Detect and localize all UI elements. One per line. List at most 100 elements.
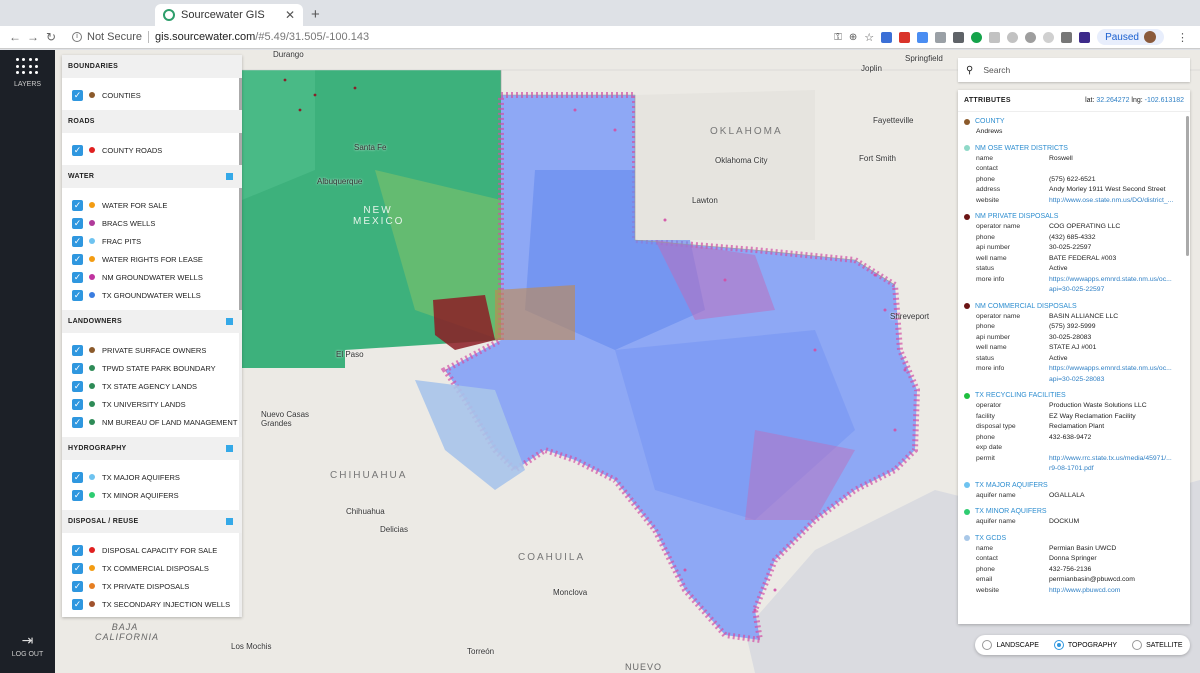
browser-menu-icon[interactable]: ⋮: [1177, 31, 1188, 44]
section-header-landowners[interactable]: LANDOWNERS: [62, 310, 242, 333]
attr-link[interactable]: https://wwwapps.emnrd.state.nm.us/oc...: [1049, 275, 1184, 286]
layer-item-disposal-capacity-for-sale[interactable]: ✓ DISPOSAL CAPACITY FOR SALE: [62, 541, 242, 559]
attr-link[interactable]: http://www.rrc.state.tx.us/media/45971/.…: [1049, 454, 1184, 465]
section-header-disposal-reuse[interactable]: DISPOSAL / REUSE: [62, 510, 242, 533]
search-input[interactable]: Search: [983, 65, 1010, 75]
basemap-option-landscape[interactable]: LANDSCAPE: [982, 640, 1039, 650]
section-header-hydrography[interactable]: HYDROGRAPHY: [62, 437, 242, 460]
extension-icon-2[interactable]: [899, 31, 911, 43]
key-icon[interactable]: ⚿: [834, 32, 842, 43]
layer-item-tx-major-aquifers[interactable]: ✓ TX MAJOR AQUIFERS: [62, 468, 242, 486]
close-tab-icon[interactable]: ✕: [285, 8, 295, 22]
layer-checkbox[interactable]: ✓: [72, 344, 83, 356]
layer-item-tx-university-lands[interactable]: ✓ TX UNIVERSITY LANDS: [62, 395, 242, 413]
attr-link[interactable]: r9-08-1701.pdf: [1049, 464, 1184, 475]
extension-icon-11[interactable]: [1079, 31, 1091, 43]
layer-checkbox[interactable]: ✓: [72, 217, 83, 229]
browser-tab[interactable]: Sourcewater GIS ✕: [155, 4, 303, 26]
zoom-icon[interactable]: ⊕: [849, 32, 857, 43]
layer-item-nm-bureau-of-land-management[interactable]: ✓ NM BUREAU OF LAND MANAGEMENT: [62, 413, 242, 431]
layer-checkbox[interactable]: ✓: [72, 416, 83, 428]
attributes-scrollbar[interactable]: [1186, 116, 1189, 256]
attr-link[interactable]: api=30-025-22597: [1049, 285, 1184, 296]
layer-item-frac-pits[interactable]: ✓ FRAC PITS: [62, 232, 242, 250]
grammarly-icon[interactable]: [971, 31, 983, 43]
layer-checkbox[interactable]: ✓: [72, 471, 83, 483]
attr-link[interactable]: api=30-025-28083: [1049, 375, 1184, 386]
extension-icon-7[interactable]: [1007, 31, 1019, 43]
layer-checkbox[interactable]: ✓: [72, 398, 83, 410]
layer-item-private-surface-owners[interactable]: ✓ PRIVATE SURFACE OWNERS: [62, 341, 242, 359]
layer-item-tx-commercial-disposals[interactable]: ✓ TX COMMERCIAL DISPOSALS: [62, 559, 242, 577]
attributes-body: COUNTY Andrews NM OSE WATER DISTRICTS name R…: [958, 112, 1190, 596]
layer-checkbox[interactable]: ✓: [72, 362, 83, 374]
layer-checkbox[interactable]: ✓: [72, 289, 83, 301]
layer-checkbox[interactable]: ✓: [72, 253, 83, 265]
profile-button[interactable]: Paused: [1097, 29, 1164, 45]
layer-checkbox[interactable]: ✓: [72, 271, 83, 283]
layer-item-nm-groundwater-wells[interactable]: ✓ NM GROUNDWATER WELLS: [62, 268, 242, 286]
layer-item-tx-groundwater-wells[interactable]: ✓ TX GROUNDWATER WELLS: [62, 286, 242, 304]
bookmark-star-icon[interactable]: ☆: [864, 31, 874, 44]
reload-icon[interactable]: ↻: [42, 30, 60, 44]
extension-icon-5[interactable]: [953, 31, 965, 43]
extension-icon-9[interactable]: [1043, 31, 1055, 43]
layer-item-tpwd-state-park-boundary[interactable]: ✓ TPWD STATE PARK BOUNDARY: [62, 359, 242, 377]
layer-checkbox[interactable]: ✓: [72, 598, 83, 610]
radio-button[interactable]: [1053, 640, 1064, 650]
layer-checkbox[interactable]: ✓: [72, 144, 83, 156]
layer-checkbox[interactable]: ✓: [72, 562, 83, 574]
section-header-water[interactable]: WATER: [62, 165, 242, 188]
layer-item-tx-minor-aquifers[interactable]: ✓ TX MINOR AQUIFERS: [62, 486, 242, 504]
layer-item-tx-private-disposals[interactable]: ✓ TX PRIVATE DISPOSALS: [62, 577, 242, 595]
attr-link[interactable]: http://www.pbuwcd.com: [1049, 586, 1184, 597]
attr-key: contact: [976, 165, 998, 172]
section-toggle-icon[interactable]: [226, 445, 233, 452]
extension-icon-8[interactable]: [1025, 31, 1037, 43]
layer-checkbox[interactable]: ✓: [72, 89, 83, 101]
layer-checkbox[interactable]: ✓: [72, 580, 83, 592]
extension-icon-4[interactable]: [935, 31, 947, 43]
basemap-option-topography[interactable]: TOPOGRAPHY: [1053, 640, 1117, 650]
forward-arrow-icon[interactable]: →: [24, 30, 42, 44]
section-header-boundaries[interactable]: BOUNDARIES: [62, 55, 242, 78]
section-header-roads[interactable]: ROADS: [62, 110, 242, 133]
address-input[interactable]: gis.sourcewater.com/#5.49/31.505/-100.14…: [155, 31, 369, 43]
layer-item-tx-state-agency-lands[interactable]: ✓ TX STATE AGENCY LANDS: [62, 377, 242, 395]
layers-button[interactable]: LAYERS: [0, 58, 55, 88]
layer-item-water-for-sale[interactable]: ✓ WATER FOR SALE: [62, 196, 242, 214]
layer-checkbox[interactable]: ✓: [72, 544, 83, 556]
extension-icon-10[interactable]: [1061, 31, 1073, 43]
search-box[interactable]: ⚲ Search: [958, 58, 1190, 82]
radio-button[interactable]: [982, 640, 993, 650]
back-arrow-icon[interactable]: ←: [6, 30, 24, 44]
section-toggle-icon[interactable]: [226, 318, 233, 325]
logout-button[interactable]: ⇥ LOG OUT: [0, 632, 55, 658]
layer-checkbox[interactable]: ✓: [72, 489, 83, 501]
site-security-indicator[interactable]: i Not Secure: [72, 31, 142, 43]
basemap-option-satellite[interactable]: SATELLITE: [1132, 640, 1183, 650]
attributes-header: ATTRIBUTES lat: 32.264272 lng: -102.6131…: [958, 90, 1190, 112]
layer-item-water-rights-for-lease[interactable]: ✓ WATER RIGHTS FOR LEASE: [62, 250, 242, 268]
layer-item-tx-secondary-injection-wells[interactable]: ✓ TX SECONDARY INJECTION WELLS: [62, 595, 242, 613]
attr-row: contact Donna Springer: [964, 554, 1184, 565]
layer-item-counties[interactable]: ✓ COUNTIES: [62, 86, 242, 104]
layer-checkbox[interactable]: ✓: [72, 235, 83, 247]
layer-item-bracs-wells[interactable]: ✓ BRACS WELLS: [62, 214, 242, 232]
layer-color-dot-icon: [89, 401, 95, 407]
section-toggle-icon[interactable]: [226, 173, 233, 180]
extension-icon-6[interactable]: [989, 31, 1001, 43]
attr-link[interactable]: http://www.ose.state.nm.us/DO/district_.…: [1049, 196, 1184, 207]
radio-button[interactable]: [1132, 640, 1143, 650]
section-toggle-icon[interactable]: [226, 518, 233, 525]
layer-checkbox[interactable]: ✓: [72, 199, 83, 211]
new-tab-button[interactable]: +: [311, 6, 320, 23]
layer-item-county-roads[interactable]: ✓ COUNTY ROADS: [62, 141, 242, 159]
extension-icon-3[interactable]: [917, 31, 929, 43]
attr-link[interactable]: https://wwwapps.emnrd.state.nm.us/oc...: [1049, 364, 1184, 375]
map-label-lawton: Lawton: [692, 196, 718, 205]
attr-row: contact: [964, 164, 1184, 175]
extension-icon-1[interactable]: [881, 31, 893, 43]
attr-row: phone (432) 685-4332: [964, 233, 1184, 244]
layer-checkbox[interactable]: ✓: [72, 380, 83, 392]
